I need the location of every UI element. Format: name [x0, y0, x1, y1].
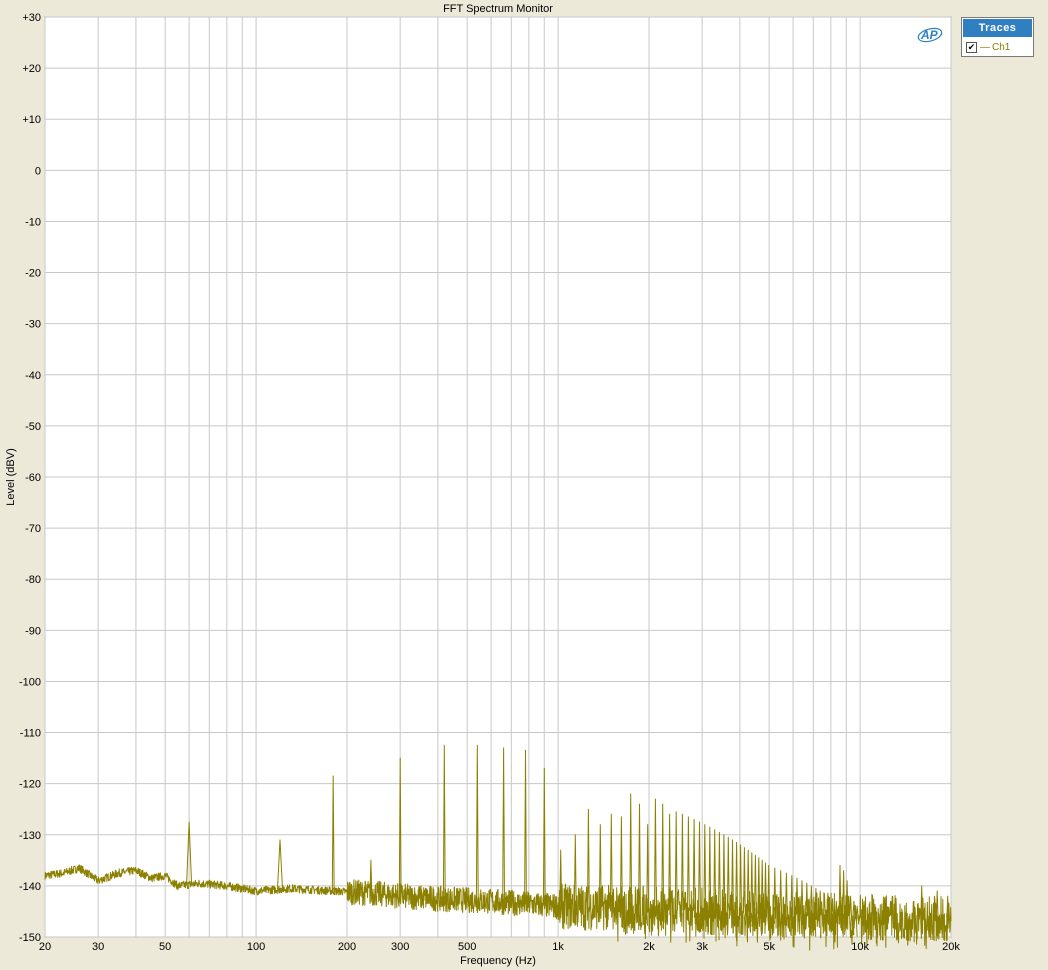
y-tick-label: +20	[22, 63, 41, 75]
trace-label: Ch1	[992, 41, 1011, 53]
x-tick-label: 300	[391, 941, 409, 953]
y-tick-label: -50	[25, 421, 41, 433]
y-tick-label: -40	[25, 370, 41, 382]
x-axis-ticks: 20 30 50 100 200 300 500 1k 2k 3k 5k 10k 20k	[39, 941, 960, 953]
x-tick-label: 5k	[763, 941, 775, 953]
y-tick-label: -80	[25, 574, 41, 586]
x-tick-label: 2k	[643, 941, 655, 953]
y-tick-label: +30	[22, 12, 41, 24]
y-axis-label: Level (dBV)	[5, 448, 17, 505]
y-tick-label: -10	[25, 216, 41, 228]
trace-checkbox[interactable]: ✔	[966, 41, 977, 53]
x-axis-label: Frequency (Hz)	[460, 955, 536, 967]
trace-line-icon: —	[980, 41, 990, 53]
x-tick-label: 1k	[552, 941, 564, 953]
y-axis-ticks: +30 +20 +10 0 -10 -20 -30 -40 -50 -60 -70 -80 -90 -10…	[19, 12, 41, 944]
trace-item-ch1[interactable]: ✔ — Ch1	[962, 38, 1033, 56]
chart-title: FFT Spectrum Monitor	[443, 3, 553, 15]
y-tick-label: -70	[25, 523, 41, 535]
traces-header: Traces	[963, 19, 1032, 37]
x-tick-label: 10k	[851, 941, 869, 953]
y-tick-label: -60	[25, 472, 41, 484]
y-tick-label: +10	[22, 114, 41, 126]
y-tick-label: -30	[25, 319, 41, 331]
y-tick-label: -90	[25, 625, 41, 637]
x-tick-label: 500	[458, 941, 476, 953]
y-tick-label: -130	[19, 830, 41, 842]
x-tick-label: 30	[92, 941, 104, 953]
x-tick-label: 50	[159, 941, 171, 953]
y-tick-label: -110	[20, 728, 41, 740]
traces-panel: Traces ✔ — Ch1	[961, 17, 1034, 57]
y-tick-label: -120	[19, 779, 41, 791]
x-tick-label: 20k	[942, 941, 960, 953]
x-tick-label: 100	[247, 941, 265, 953]
svg-text:AP: AP	[920, 28, 939, 42]
y-tick-label: 0	[35, 165, 41, 177]
y-tick-label: -100	[19, 676, 41, 688]
x-tick-label: 3k	[696, 941, 708, 953]
y-tick-label: -20	[25, 268, 41, 280]
y-tick-label: -150	[19, 932, 41, 944]
ap-logo: AP	[916, 25, 944, 43]
x-tick-label: 200	[338, 941, 356, 953]
y-tick-label: -140	[19, 881, 41, 893]
fft-plot: FFT Spectrum Monitor 20 30 50 100 200 300 500 1…	[5, 3, 960, 967]
